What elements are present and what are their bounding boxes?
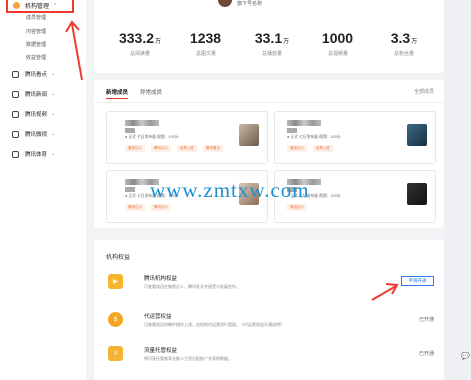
arrow-to-sidebar [65, 20, 83, 81]
arrow-to-apply-button [371, 283, 399, 301]
annotation-arrows [65, 20, 399, 301]
